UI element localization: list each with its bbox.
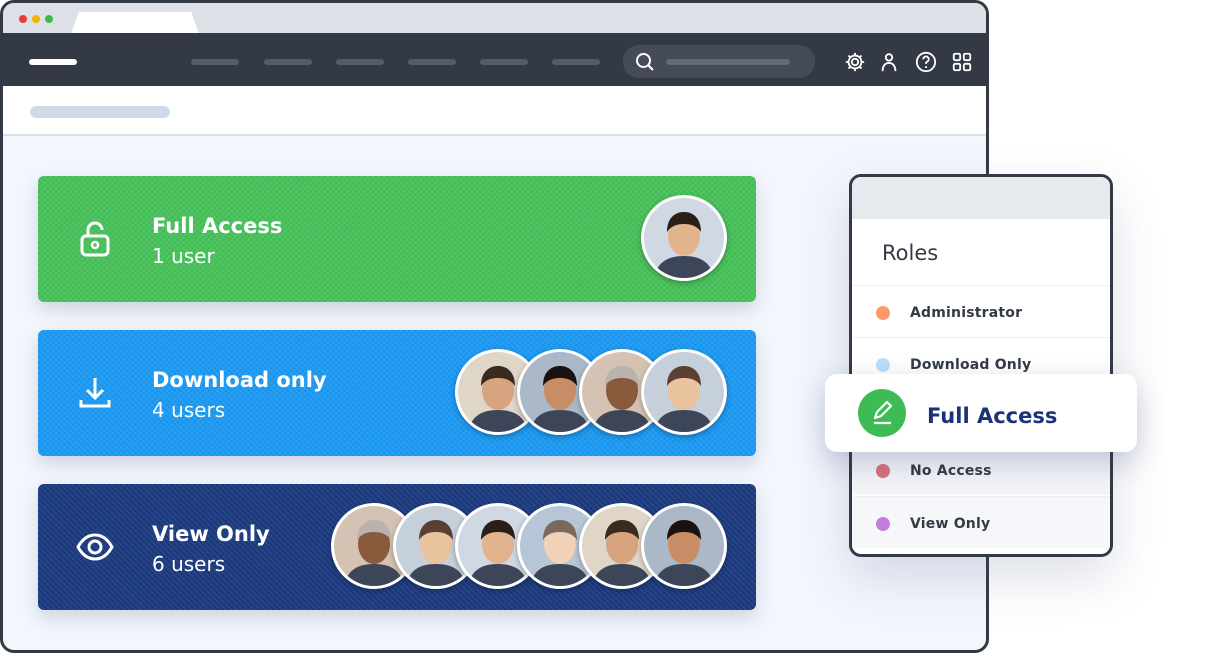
nav-item[interactable]	[480, 59, 528, 65]
nav-item[interactable]	[408, 59, 456, 65]
roles-title: Roles	[882, 241, 939, 265]
group-user-count: 6 users	[152, 552, 226, 576]
access-group-full-access[interactable]: Full Access 1 user	[38, 176, 756, 302]
group-title: Full Access	[152, 214, 283, 238]
access-group-download-only[interactable]: Download only 4 users	[38, 330, 756, 456]
search-icon	[636, 53, 654, 71]
panel-header	[852, 177, 1110, 219]
download-icon	[79, 378, 111, 408]
group-title: View Only	[152, 522, 270, 546]
role-label: Download Only	[910, 357, 1032, 373]
maximize-window-button[interactable]	[45, 15, 53, 23]
user-avatar[interactable]	[641, 503, 727, 589]
selected-role-full-access[interactable]: Full Access	[825, 374, 1137, 452]
logo[interactable]	[29, 59, 77, 65]
group-user-count: 1 user	[152, 244, 215, 268]
role-color-dot	[876, 306, 890, 320]
top-nav	[3, 33, 986, 86]
role-item-view-only[interactable]: View Only	[852, 496, 1110, 548]
nav-item[interactable]	[191, 59, 239, 65]
role-color-dot	[876, 464, 890, 478]
apps-grid-icon[interactable]	[951, 51, 973, 73]
role-color-dot	[876, 517, 890, 531]
browser-tab[interactable]	[71, 12, 199, 34]
nav-item[interactable]	[264, 59, 312, 65]
gear-icon[interactable]	[844, 51, 866, 73]
nav-item[interactable]	[336, 59, 384, 65]
user-avatar[interactable]	[641, 349, 727, 435]
role-label: Administrator	[910, 305, 1023, 321]
page-header	[3, 86, 986, 136]
help-icon[interactable]	[915, 51, 937, 73]
user-icon[interactable]	[878, 51, 900, 73]
access-group-view-only[interactable]: View Only 6 users	[38, 484, 756, 610]
group-user-count: 4 users	[152, 398, 226, 422]
unlock-icon	[80, 221, 110, 257]
roles-panel: Roles Administrator Download Only No Acc…	[849, 174, 1113, 557]
edit-icon	[858, 389, 906, 437]
role-label: View Only	[910, 516, 991, 532]
user-avatar[interactable]	[641, 195, 727, 281]
eye-icon	[76, 533, 114, 561]
role-label: No Access	[910, 463, 992, 479]
tab-bar	[3, 3, 986, 34]
browser-window: Full Access 1 user Download only 4 users…	[0, 0, 989, 653]
search-input[interactable]	[623, 45, 815, 78]
group-title: Download only	[152, 368, 327, 392]
close-window-button[interactable]	[19, 15, 27, 23]
minimize-window-button[interactable]	[32, 15, 40, 23]
breadcrumb	[30, 106, 170, 118]
role-color-dot	[876, 358, 890, 372]
selected-role-label: Full Access	[927, 404, 1058, 428]
role-item-administrator[interactable]: Administrator	[852, 285, 1110, 337]
nav-item[interactable]	[552, 59, 600, 65]
